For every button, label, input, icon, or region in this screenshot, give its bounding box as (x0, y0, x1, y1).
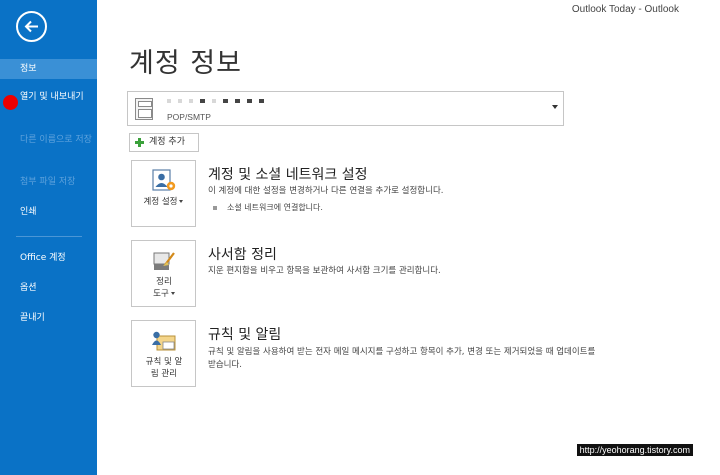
back-button[interactable] (16, 11, 47, 42)
email-account-icon (135, 98, 153, 120)
social-network-link[interactable]: 소셜 네트워크에 연결합니다. (213, 202, 323, 213)
cleanup-tools-button[interactable]: 정리 도구 (131, 240, 196, 307)
section-title-account: 계정 및 소셜 네트워크 설정 (208, 167, 368, 183)
sidebar-divider (16, 236, 82, 237)
chevron-down-icon[interactable] (552, 105, 558, 109)
backstage-sidebar: 정보 열기 및 내보내기 다른 이름으로 저장 첨부 파일 저장 인쇄 Offi… (0, 0, 97, 475)
account-settings-button[interactable]: 계정 설정 (131, 160, 196, 227)
sidebar-item-info[interactable]: 정보 (0, 59, 97, 79)
manage-rules-button[interactable]: 규칙 및 알림 관리 (131, 320, 196, 387)
add-account-button[interactable]: 계정 추가 (129, 133, 199, 152)
cleanup-tools-icon (153, 252, 175, 270)
sidebar-item-print[interactable]: 인쇄 (0, 206, 97, 218)
caret-down-icon (170, 292, 175, 295)
account-settings-label: 계정 설정 (132, 196, 195, 208)
sidebar-item-options[interactable]: 옵션 (0, 282, 97, 294)
sidebar-item-exit[interactable]: 끝내기 (0, 312, 97, 324)
add-account-label: 계정 추가 (149, 137, 185, 147)
plus-icon (135, 138, 144, 147)
bullet-icon (213, 205, 217, 210)
section-desc-account: 이 계정에 대한 설정을 변경하거나 다른 연결을 추가로 설정합니다. (208, 186, 444, 196)
rules-alerts-icon (152, 331, 176, 351)
watermark: http://yeohorang.tistory.com (576, 444, 693, 456)
caret-down-icon (179, 200, 184, 203)
account-name-redacted (167, 96, 271, 107)
section-desc-mailbox: 지운 편지함을 비우고 항목을 보관하여 사서함 크기를 관리합니다. (208, 266, 441, 276)
sidebar-item-office-account[interactable]: Office 계정 (0, 252, 97, 264)
back-arrow-icon (24, 20, 38, 33)
sidebar-item-save-as: 다른 이름으로 저장 (20, 135, 92, 145)
account-type: POP/SMTP (167, 112, 211, 122)
section-title-rules: 규칙 및 알림 (208, 327, 282, 343)
annotation-red-dot (3, 95, 18, 110)
page-title: 계정 정보 (129, 48, 242, 79)
manage-rules-label: 규칙 및 알림 관리 (145, 357, 183, 379)
cleanup-tools-label: 정리 도구 (152, 276, 176, 300)
section-title-mailbox: 사서함 정리 (208, 247, 277, 263)
window-title: Outlook Today - Outlook (571, 4, 679, 15)
section-desc-rules: 규칙 및 알림을 사용하여 받는 전자 메일 메시지를 구성하고 항목이 추가,… (208, 347, 596, 370)
account-selector[interactable]: POP/SMTP (127, 91, 564, 126)
sidebar-item-save-attachments: 첨부 파일 저장 (20, 177, 76, 187)
account-settings-icon (152, 169, 176, 191)
